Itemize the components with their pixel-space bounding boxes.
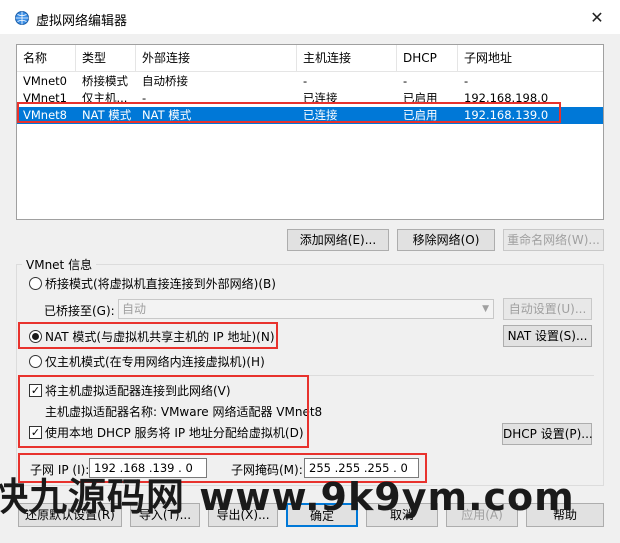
cell-subnet: 192.168.198.0 [464, 91, 549, 105]
column-header-subnet[interactable]: 子网地址 [458, 45, 603, 71]
auto-settings-button[interactable]: 自动设置(U)... [503, 298, 592, 320]
cell-dhcp: 已启用 [403, 91, 438, 105]
cell-name: VMnet8 [23, 108, 67, 122]
cell-host: - [303, 74, 308, 88]
cell-type: NAT 模式 [82, 108, 132, 122]
cell-external: 自动桥接 [142, 74, 188, 88]
connect-adapter-checkbox[interactable]: ✓ [29, 384, 42, 397]
cell-dhcp: 已启用 [403, 108, 438, 122]
divider [24, 375, 594, 376]
bridged-mode-radio[interactable] [29, 277, 42, 290]
close-icon[interactable]: ✕ [574, 0, 620, 34]
watermark-text: 快九源码网 www.9k9ym.com [0, 475, 575, 519]
nat-settings-button[interactable]: NAT 设置(S)... [503, 325, 592, 347]
cell-dhcp: - [403, 74, 408, 88]
cell-external: - [142, 91, 147, 105]
connect-adapter-label: 将主机虚拟适配器连接到此网络(V) [45, 384, 231, 398]
column-header-dhcp[interactable]: DHCP [397, 45, 458, 71]
cell-external: NAT 模式 [142, 108, 192, 122]
table-row[interactable]: VMnet1 仅主机... - 已连接 已启用 192.168.198.0 [17, 90, 603, 107]
nat-mode-label: NAT 模式(与虚拟机共享主机的 IP 地址)(N) [45, 330, 275, 344]
adapter-name-label: 主机虚拟适配器名称: VMware 网络适配器 VMnet8 [45, 405, 323, 419]
chevron-down-icon: ▼ [482, 304, 489, 314]
remove-network-button[interactable]: 移除网络(O) [397, 229, 495, 251]
table-row[interactable]: VMnet0 桥接模式 自动桥接 - - - [17, 73, 603, 90]
window-title: 虚拟网络编辑器 [36, 14, 128, 29]
cell-type: 仅主机... [82, 91, 128, 105]
bridged-mode-label: 桥接模式(将虚拟机直接连接到外部网络)(B) [45, 277, 276, 291]
title-bar: 虚拟网络编辑器 ✕ [0, 0, 620, 34]
dhcp-settings-button[interactable]: DHCP 设置(P)... [502, 423, 593, 445]
host-only-label: 仅主机模式(在专用网络内连接虚拟机)(H) [45, 355, 265, 369]
rename-network-button[interactable]: 重命名网络(W)... [503, 229, 604, 251]
table-row-selected[interactable]: VMnet8 NAT 模式 NAT 模式 已连接 已启用 192.168.139… [17, 107, 603, 124]
list-header: 名称 类型 外部连接 主机连接 DHCP 子网地址 [17, 45, 603, 72]
cell-subnet: - [464, 74, 469, 88]
vmnet-info-title: VMnet 信息 [22, 256, 97, 273]
bridged-to-value: 自动 [122, 302, 147, 316]
column-header-type[interactable]: 类型 [76, 45, 136, 71]
host-only-radio[interactable] [29, 355, 42, 368]
cell-subnet: 192.168.139.0 [464, 108, 549, 122]
cell-host: 已连接 [303, 91, 338, 105]
virtual-network-editor-window: 虚拟网络编辑器 ✕ 名称 类型 外部连接 主机连接 DHCP 子网地址 VMne… [0, 0, 620, 543]
use-dhcp-checkbox[interactable]: ✓ [29, 426, 42, 439]
column-header-external[interactable]: 外部连接 [136, 45, 297, 71]
network-editor-icon [14, 10, 30, 26]
cell-name: VMnet1 [23, 91, 67, 105]
bridged-to-label: 已桥接至(G): [44, 304, 115, 318]
network-list[interactable]: 名称 类型 外部连接 主机连接 DHCP 子网地址 VMnet0 桥接模式 自动… [16, 44, 604, 220]
bridged-to-select[interactable]: 自动 ▼ [118, 299, 494, 319]
cell-type: 桥接模式 [82, 74, 128, 88]
nat-mode-radio[interactable] [29, 330, 42, 343]
cell-host: 已连接 [303, 108, 338, 122]
add-network-button[interactable]: 添加网络(E)... [287, 229, 389, 251]
cell-name: VMnet0 [23, 74, 67, 88]
column-header-name[interactable]: 名称 [17, 45, 76, 71]
use-dhcp-label: 使用本地 DHCP 服务将 IP 地址分配给虚拟机(D) [45, 426, 304, 440]
column-header-host[interactable]: 主机连接 [297, 45, 397, 71]
